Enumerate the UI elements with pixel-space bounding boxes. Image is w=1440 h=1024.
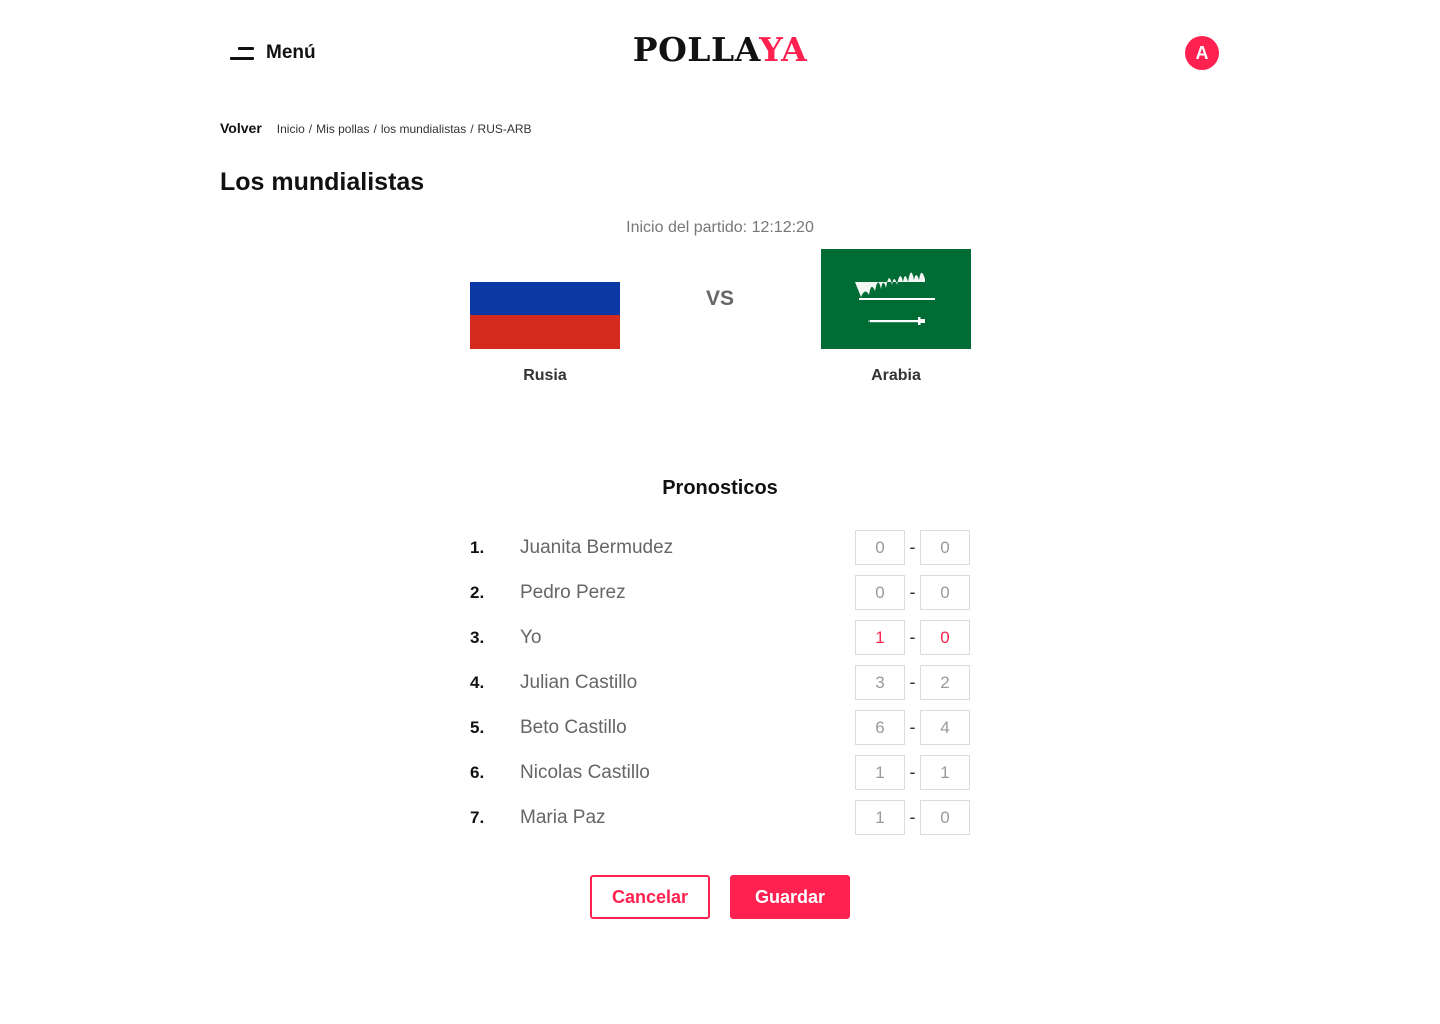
score-separator: - [909,762,916,782]
breadcrumb-separator: / [308,122,313,136]
away-team-name: Arabia [871,367,921,384]
prediction-rank: 5. [470,717,485,737]
participant-name: Beto Castillo [520,716,627,738]
prediction-row: 7. Maria Paz - [470,800,970,835]
home-score-input[interactable] [855,800,905,835]
save-button[interactable]: Guardar [730,875,850,919]
logo-text-polla: POLLA [632,30,760,69]
away-score-input[interactable] [920,620,970,655]
breadcrumb: Inicio / Mis pollas / los mundialistas / RUS-A… [277,122,532,136]
away-score-input[interactable] [920,755,970,790]
home-score-input[interactable] [855,755,905,790]
match-kickoff-time: Inicio del partido: 12:12:20 [626,219,814,236]
score-separator: - [909,717,916,737]
back-link[interactable]: Volver [220,120,262,136]
russia-flag-icon [470,282,620,349]
breadcrumb-bar: Volver Inicio / Mis pollas / los mundialista… [220,120,532,136]
breadcrumb-separator: / [373,122,377,136]
score-separator: - [909,537,916,557]
versus-label: VS [705,287,734,310]
participant-name: Pedro Perez [520,581,626,603]
prediction-rank: 3. [470,627,485,647]
prediction-row: 1. Juanita Bermudez - [470,530,970,565]
prediction-rank: 4. [470,672,485,692]
score-separator: - [909,672,916,692]
logo-text-ya: YA [759,30,808,69]
prediction-rank: 7. [470,807,485,827]
prediction-row: 2. Pedro Perez - [470,575,970,610]
score-separator: - [909,582,916,602]
home-score-input[interactable] [855,620,905,655]
away-score-input[interactable] [920,800,970,835]
prediction-rank: 2. [470,582,485,602]
participant-name: Maria Paz [520,806,606,828]
breadcrumb-item-mis-pollas[interactable]: Mis pollas [316,122,369,136]
breadcrumb-item-match: RUS-ARB [477,122,532,136]
away-team: Arabia [821,249,971,385]
home-score-input[interactable] [855,665,905,700]
home-score-input[interactable] [855,710,905,745]
breadcrumb-item-inicio[interactable]: Inicio [277,122,305,136]
prediction-row: 4. Julian Castillo - [470,665,970,700]
home-team-name: Rusia [523,367,567,384]
participant-name: Nicolas Castillo [520,761,650,783]
score-separator: - [909,807,916,827]
breadcrumb-separator: / [470,122,474,136]
prediction-rank: 1. [470,537,485,557]
prediction-row: 5. Beto Castillo - [470,710,970,745]
home-score-input[interactable] [855,530,905,565]
saudi-arabia-flag-icon [821,249,971,349]
top-header: Menú POLLAYA A [0,0,1440,104]
away-score-input[interactable] [920,575,970,610]
score-separator: - [909,627,916,647]
away-score-input[interactable] [920,530,970,565]
predictions-title: Pronosticos [662,477,778,499]
away-score-input[interactable] [920,710,970,745]
pollaya-logo[interactable]: POLLAYA [0,30,1440,69]
cancel-button[interactable]: Cancelar [590,875,710,919]
home-score-input[interactable] [855,575,905,610]
away-score-input[interactable] [920,665,970,700]
home-team: Rusia [470,282,620,385]
user-avatar[interactable]: A [1185,36,1219,70]
participant-name: Julian Castillo [520,671,638,693]
participant-name: Yo [520,626,542,648]
breadcrumb-item-pool[interactable]: los mundialistas [381,122,466,136]
prediction-row: 6. Nicolas Castillo - [470,755,970,790]
participant-name: Juanita Bermudez [520,536,674,558]
page-title: Los mundialistas [220,168,425,196]
prediction-row-current-user: 3. Yo - [470,620,970,655]
prediction-rank: 6. [470,762,485,782]
